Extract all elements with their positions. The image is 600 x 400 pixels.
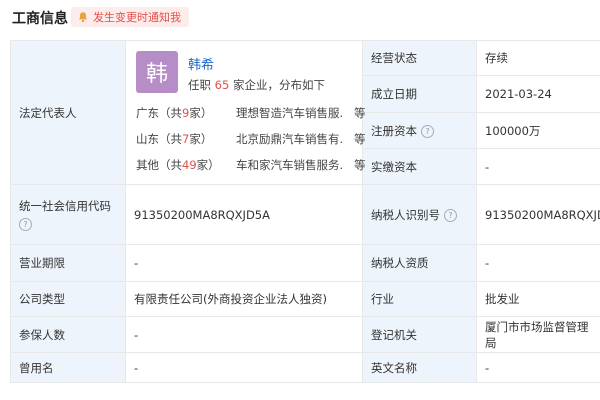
insured-label-cell: 参保人数 (10, 316, 126, 353)
industry-label: 行业 (371, 292, 394, 306)
section-header: 工商信息 发生变更时通知我 (0, 0, 600, 34)
capital-label: 注册资本 (371, 123, 417, 138)
taxpayer-qual-value: - (485, 256, 490, 270)
region-more-link: 等 (354, 105, 366, 120)
question-circle-icon[interactable]: ? (19, 218, 32, 231)
taxpayer-id-label-cell: 纳税人识别号? (362, 184, 477, 245)
company-type-value: 有限责任公司(外商投资企业法人独资) (134, 292, 327, 306)
capital-value-cell: 100000万 (476, 112, 600, 149)
region-company-name: 理想智造汽车销售服... (236, 105, 344, 120)
founded-value: 2021-03-24 (485, 87, 552, 101)
registry-label-cell: 登记机关 (362, 316, 477, 353)
legal-rep-label: 法定代表人 (19, 105, 77, 120)
industry-label-cell: 行业 (362, 281, 477, 317)
registry-value-cell: 厦门市市场监督管理局 (476, 316, 600, 353)
credit-code-value: 91350200MA8RQXJD5A (134, 207, 270, 222)
credit-code-value-cell: 91350200MA8RQXJD5A (125, 184, 363, 245)
company-count: 65 (214, 77, 230, 92)
paid-capital-value: - (485, 159, 490, 174)
credit-code-label: 统一社会信用代码 (19, 199, 111, 213)
legal-rep-label-cell: 法定代表人 (10, 40, 126, 185)
region-row-guangdong[interactable]: 广东（共9家） 理想智造汽车销售服... 等 (136, 105, 366, 121)
taxpayer-qual-label: 纳税人资质 (371, 256, 429, 270)
region-more-link: 等 (354, 131, 366, 146)
term-value: - (134, 256, 139, 270)
region-more-link: 等 (354, 157, 366, 172)
region-company-name: 车和家汽车销售服务... (236, 157, 344, 172)
former-name-value: - (134, 360, 139, 375)
former-name-label: 曾用名 (19, 360, 54, 375)
legal-rep-summary: 任职 65 家企业，分布如下 (188, 77, 325, 92)
taxpayer-id-value: 91350200MA8RQXJD5A (485, 207, 600, 222)
founded-label: 成立日期 (371, 87, 417, 101)
region-row-other[interactable]: 其他（共49家） 车和家汽车销售服务... 等 (136, 157, 366, 173)
english-name-value: - (485, 360, 490, 375)
taxpayer-id-label: 纳税人识别号 (371, 207, 440, 222)
region-company-name: 北京励鼎汽车销售有... (236, 131, 344, 146)
legal-rep-name-link[interactable]: 韩希 (188, 54, 214, 73)
status-value-cell: 存续 (476, 40, 600, 76)
company-type-label: 公司类型 (19, 292, 65, 306)
founded-label-cell: 成立日期 (362, 75, 477, 113)
region-row-shandong[interactable]: 山东（共7家） 北京励鼎汽车销售有... 等 (136, 131, 366, 147)
paid-capital-label-cell: 实缴资本 (362, 148, 477, 185)
question-circle-icon[interactable]: ? (444, 208, 457, 222)
registry-label: 登记机关 (371, 327, 417, 342)
notify-on-change-button[interactable]: 发生变更时通知我 (71, 7, 189, 27)
paid-capital-label: 实缴资本 (371, 159, 417, 174)
english-name-value-cell: - (476, 352, 600, 383)
english-name-label-cell: 英文名称 (362, 352, 477, 383)
insured-value: - (134, 327, 139, 342)
section-title: 工商信息 (12, 11, 68, 27)
industry-value-cell: 批发业 (476, 281, 600, 317)
former-name-label-cell: 曾用名 (10, 352, 126, 383)
capital-value: 100000万 (485, 123, 541, 138)
company-type-label-cell: 公司类型 (10, 281, 126, 317)
status-label-cell: 经营状态 (362, 40, 477, 76)
english-name-label: 英文名称 (371, 360, 417, 375)
company-type-value-cell: 有限责任公司(外商投资企业法人独资) (125, 281, 363, 317)
bell-icon (79, 12, 87, 23)
taxpayer-qual-value-cell: - (476, 244, 600, 282)
legal-rep-cell: 韩 韩希 任职 65 家企业，分布如下 广东（共9家） 理想智造汽车销售服...… (125, 40, 366, 185)
avatar: 韩 (136, 50, 178, 93)
taxpayer-id-value-cell: 91350200MA8RQXJD5A (476, 184, 600, 245)
status-value: 存续 (485, 51, 508, 65)
registry-value: 厦门市市场监督管理局 (485, 319, 589, 350)
notify-label: 发生变更时通知我 (93, 11, 181, 24)
capital-label-cell: 注册资本? (362, 112, 477, 149)
former-name-value-cell: - (125, 352, 363, 383)
term-label-cell: 营业期限 (10, 244, 126, 282)
founded-value-cell: 2021-03-24 (476, 75, 600, 113)
business-info-table: 法定代表人 韩 韩希 任职 65 家企业，分布如下 广东（共9家） 理想智造汽车… (10, 40, 600, 383)
term-value-cell: - (125, 244, 363, 282)
status-label: 经营状态 (371, 51, 417, 65)
taxpayer-qual-label-cell: 纳税人资质 (362, 244, 477, 282)
paid-capital-value-cell: - (476, 148, 600, 185)
insured-value-cell: - (125, 316, 363, 353)
insured-label: 参保人数 (19, 327, 65, 342)
question-circle-icon[interactable]: ? (421, 124, 434, 138)
industry-value: 批发业 (485, 292, 520, 306)
term-label: 营业期限 (19, 256, 65, 270)
credit-code-label-cell: 统一社会信用代码 ? (10, 184, 126, 245)
